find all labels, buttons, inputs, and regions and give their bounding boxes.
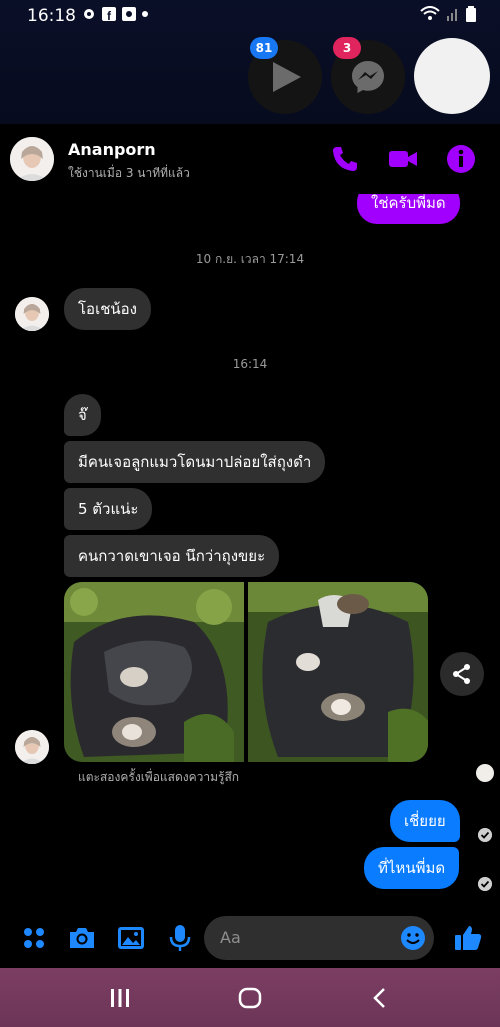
timestamp: 16:14: [232, 357, 268, 371]
status-time: 16:18: [27, 6, 76, 26]
microphone-icon[interactable]: [164, 922, 196, 954]
reaction-hint: แตะสองครั้งเพื่อแสดงความรู้สึก: [78, 770, 240, 784]
play-icon: [273, 62, 301, 92]
active-status: ใช้งานเมื่อ 3 นาทีที่แล้ว: [68, 166, 190, 180]
avatar-portrait: [10, 137, 54, 181]
message-incoming[interactable]: คนกวาดเขาเจอ นึกว่าถุงขยะ: [64, 535, 280, 577]
photo-image: [64, 582, 244, 762]
kitten-photo-1[interactable]: [64, 582, 245, 762]
gallery-icon[interactable]: [115, 922, 147, 954]
contact-name[interactable]: Ananporn: [68, 140, 156, 159]
message-input-placeholder: Aa: [220, 928, 241, 947]
recent-apps-icon[interactable]: [106, 984, 134, 1012]
camera-icon[interactable]: [66, 922, 98, 954]
photo-attachment[interactable]: [64, 582, 428, 762]
menu-grid-icon[interactable]: [18, 922, 50, 954]
conversation[interactable]: ใช่ครับพี่มด 10 ก.ย. เวลา 17:14 โอเชน้อง…: [0, 194, 500, 908]
message-incoming[interactable]: โอเชน้อง: [64, 288, 151, 330]
back-icon[interactable]: [366, 984, 394, 1012]
contact-chathead[interactable]: [414, 38, 490, 114]
message-incoming[interactable]: 5 ตัวแน่ะ: [64, 488, 153, 530]
avatar-portrait: [15, 297, 49, 331]
messenger-chathead[interactable]: 3: [331, 37, 405, 114]
kitten-photo-2[interactable]: [247, 582, 428, 762]
more-dot-icon: [142, 11, 148, 17]
battery-icon: [466, 6, 476, 22]
message-incoming[interactable]: มีคนเจอลูกแมวโดนมาปล่อยใส่ถุงดำ: [64, 441, 326, 483]
composer: Aa: [0, 908, 500, 968]
message-outgoing[interactable]: ที่ไหนพี่มด: [364, 847, 460, 889]
timestamp: 10 ก.ย. เวลา 17:14: [195, 252, 305, 266]
emoji-icon[interactable]: [400, 925, 426, 951]
messenger-icon: [352, 61, 384, 93]
status-right-icons: [420, 6, 476, 22]
seen-indicator-avatar: [476, 764, 494, 782]
facebook-icon: f: [102, 7, 116, 21]
status-left-icons: f: [82, 7, 148, 21]
share-button[interactable]: [440, 652, 484, 696]
video-chathead[interactable]: 81: [248, 37, 322, 114]
settings-icon: [84, 9, 94, 19]
message-incoming[interactable]: จ๊: [64, 394, 101, 436]
delivered-check-icon: [478, 828, 492, 842]
sender-avatar[interactable]: [15, 730, 49, 764]
video-call-icon[interactable]: [388, 144, 418, 174]
top-area: 16:18 f 81 3: [0, 0, 500, 124]
home-icon[interactable]: [236, 984, 264, 1012]
wifi-icon: [420, 6, 440, 20]
camera-notification-icon: [122, 7, 136, 21]
thumbs-up-icon[interactable]: [452, 922, 484, 954]
status-bar: 16:18 f: [0, 0, 500, 32]
message-outgoing[interactable]: เชี่ยยย: [390, 800, 460, 842]
message-outgoing[interactable]: ใช่ครับพี่มด: [357, 194, 460, 224]
signal-icon: [447, 9, 457, 21]
info-icon[interactable]: [446, 144, 476, 174]
messenger-badge: 3: [333, 37, 361, 59]
delivered-check-icon: [478, 877, 492, 891]
share-icon: [453, 664, 470, 684]
message-input[interactable]: Aa: [204, 916, 434, 960]
system-nav-bar: [0, 968, 500, 1027]
contact-avatar[interactable]: [10, 137, 54, 181]
sender-avatar[interactable]: [15, 297, 49, 331]
chat-header: Ananporn ใช้งานเมื่อ 3 นาทีที่แล้ว: [0, 124, 500, 194]
phone-icon[interactable]: [330, 144, 360, 174]
video-badge: 81: [250, 37, 278, 59]
avatar-portrait: [15, 730, 49, 764]
photo-image: [247, 582, 428, 762]
